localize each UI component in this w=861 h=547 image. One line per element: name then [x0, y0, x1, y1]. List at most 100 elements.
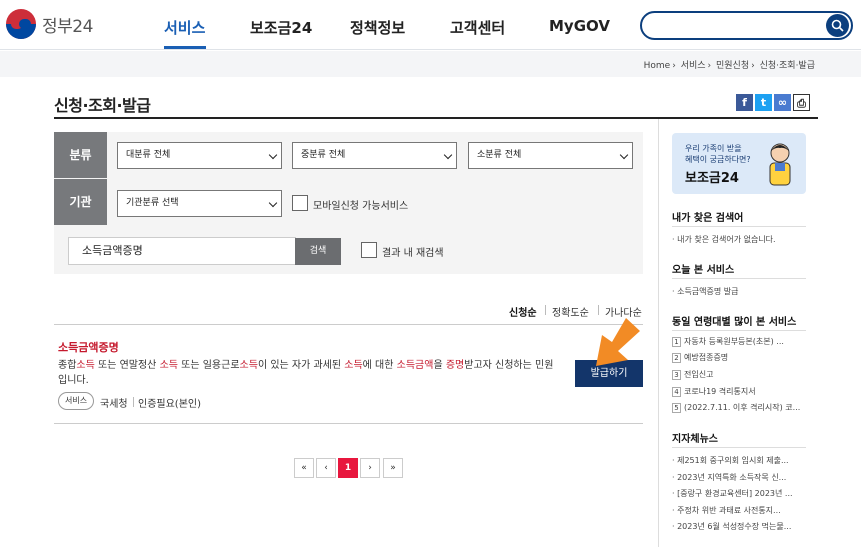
facebook-icon[interactable]: f — [736, 94, 753, 111]
banner-question: 우리 가족이 받을 혜택이 궁금하다면? — [685, 144, 751, 164]
category-label: 분류 — [54, 132, 107, 178]
agency-label: 기관 — [54, 179, 107, 225]
local-news-item[interactable]: · 제251회 중구의회 임시회 제출... — [672, 455, 806, 466]
chevron-down-icon — [443, 150, 453, 160]
sidebar-divider — [658, 119, 659, 547]
page-title: 신청·조회·발급 — [54, 96, 151, 115]
agency-select[interactable]: 기관분류 선택 — [117, 190, 282, 217]
chevron-down-icon — [268, 198, 278, 208]
result-description: 종합소득 또는 연말정산 소득 또는 일용근로소득이 있는 자가 과세된 소득에… — [58, 358, 558, 388]
recent-search-title: 내가 찾은 검색어 — [672, 213, 744, 224]
recent-search-empty: · 내가 찾은 검색어가 없습니다. — [672, 235, 776, 244]
filter-panel: 분류 기관 대분류 전체 중분류 전체 소분류 전체 기관분류 선택 모바일신청… — [54, 132, 643, 274]
local-news-item[interactable]: · 2023년 지역특화 소득작목 신... — [672, 472, 806, 483]
breadcrumb: Home › 서비스 › 민원신청 › 신청·조회·발급 — [643, 61, 815, 71]
category-small-select[interactable]: 소분류 전체 — [468, 142, 633, 169]
category-mid-select[interactable]: 중분류 전체 — [292, 142, 457, 169]
page-last-button[interactable]: » — [383, 458, 403, 478]
breadcrumb-current: 신청·조회·발급 — [759, 61, 815, 71]
popular-item[interactable]: 2 예방접종증명 — [672, 352, 806, 363]
category-mid-value: 중분류 전체 — [301, 150, 346, 160]
chevron-down-icon — [619, 150, 629, 160]
local-news-item[interactable]: · [중랑구 환경교육센터] 2023년 ... — [672, 488, 806, 499]
keyword-search-button[interactable]: 검색 — [295, 238, 341, 265]
result-auth: 인증필요(본인) — [138, 399, 202, 410]
result-top-border — [54, 324, 643, 325]
sidebar-rule — [672, 226, 806, 227]
sort-alphabetical[interactable]: 가나다순 — [605, 304, 642, 319]
breadcrumb-band: Home › 서비스 › 민원신청 › 신청·조회·발급 — [0, 51, 861, 77]
description-text: 또는 일용근로 — [177, 360, 240, 371]
banner-name: 보조금24 — [685, 171, 739, 186]
nav-policy[interactable]: 정책정보 — [350, 17, 405, 38]
print-icon[interactable]: ⎙ — [793, 94, 810, 111]
mobile-checkbox-label: 모바일신청 가능서비스 — [313, 201, 409, 212]
keyword-highlight: 소득 — [344, 360, 363, 371]
result-title[interactable]: 소득금액증명 — [58, 339, 119, 355]
popular-item[interactable]: 4 코로나19 격리통지서 — [672, 386, 806, 397]
sidebar-rule — [672, 447, 806, 448]
nav-customer-center[interactable]: 고객센터 — [450, 17, 505, 38]
description-text: 이 있는 자가 과세된 — [257, 360, 345, 371]
today-viewed-title: 오늘 본 서비스 — [672, 265, 735, 276]
sort-divider — [598, 305, 599, 315]
twitter-icon[interactable]: t — [755, 94, 772, 111]
page-first-button[interactable]: « — [294, 458, 314, 478]
breadcrumb-service[interactable]: 서비스 — [681, 61, 706, 71]
nav-mygov[interactable]: MyGOV — [549, 17, 610, 35]
result-agency: 국세청 — [100, 399, 128, 410]
breadcrumb-civil[interactable]: 민원신청 — [716, 61, 749, 71]
title-divider — [54, 117, 818, 119]
keyword-highlight: 소득 — [76, 360, 95, 371]
mobile-checkbox[interactable] — [292, 195, 308, 211]
popular-item[interactable]: 3 전입신고 — [672, 369, 806, 380]
local-news-item[interactable]: · 주정차 위반 과태료 사전통지... — [672, 505, 806, 516]
site-header: 정부24 서비스 보조금24 정책정보 고객센터 MyGOV — [0, 0, 861, 50]
description-text: 또는 연말정산 — [94, 360, 160, 371]
sort-accuracy[interactable]: 정확도순 — [552, 304, 589, 319]
local-news-title: 지자체뉴스 — [672, 434, 718, 445]
page-prev-button[interactable]: ‹ — [316, 458, 336, 478]
nav-subsidy[interactable]: 보조금24 — [250, 17, 312, 38]
sidebar-rule — [672, 330, 806, 331]
keyword-highlight: 소득금액 — [396, 360, 434, 371]
page-next-button[interactable]: › — [360, 458, 380, 478]
share-buttons: f t ∞ ⎙ — [736, 94, 812, 111]
nav-service[interactable]: 서비스 — [164, 17, 205, 38]
chevron-down-icon — [268, 150, 278, 160]
category-large-value: 대분류 전체 — [126, 150, 171, 160]
sort-divider — [545, 305, 546, 315]
sort-apply[interactable]: 신청순 — [509, 304, 537, 319]
meta-divider — [133, 397, 134, 407]
research-checkbox[interactable] — [361, 242, 377, 258]
page-1-button[interactable]: 1 — [338, 458, 358, 478]
agency-value: 기관분류 선택 — [126, 198, 179, 208]
subsidy-banner[interactable]: 우리 가족이 받을 혜택이 궁금하다면? 보조금24 — [672, 133, 806, 194]
keyword-highlight: 소득 — [159, 360, 178, 371]
description-text: 을 — [433, 360, 446, 371]
popular-title: 동일 연령대별 많이 본 서비스 — [672, 317, 797, 328]
local-news-item[interactable]: · 2023년 6월 석성정수장 먹는물... — [672, 521, 806, 532]
person-icon — [769, 143, 791, 186]
nav-active-indicator — [164, 46, 206, 49]
category-large-select[interactable]: 대분류 전체 — [117, 142, 282, 169]
keyword-highlight: 증명 — [445, 360, 465, 371]
pointer-arrow-icon — [596, 318, 640, 366]
result-bottom-border — [54, 423, 643, 424]
result-tag: 서비스 — [58, 392, 95, 410]
sidebar-rule — [672, 278, 806, 279]
category-small-value: 소분류 전체 — [477, 150, 522, 160]
keyword-input[interactable]: 소득금액증명 — [68, 237, 296, 265]
search-icon — [831, 19, 844, 32]
research-checkbox-label: 결과 내 재검색 — [382, 248, 444, 259]
popular-item[interactable]: 1 자동차 등록원부등본(초본) ... — [672, 336, 806, 347]
popular-item[interactable]: 5 (2022.7.11. 이후 격리시작) 코... — [672, 402, 806, 413]
header-search-input[interactable] — [640, 11, 853, 40]
link-icon[interactable]: ∞ — [774, 94, 791, 111]
today-viewed-item[interactable]: · 소득금액증명 발급 — [672, 286, 806, 297]
description-text: 종합 — [58, 360, 77, 371]
search-button[interactable] — [826, 14, 849, 37]
description-text: 에 대한 — [362, 360, 397, 371]
breadcrumb-home[interactable]: Home — [644, 61, 671, 71]
keyword-highlight: 소득 — [239, 360, 258, 371]
